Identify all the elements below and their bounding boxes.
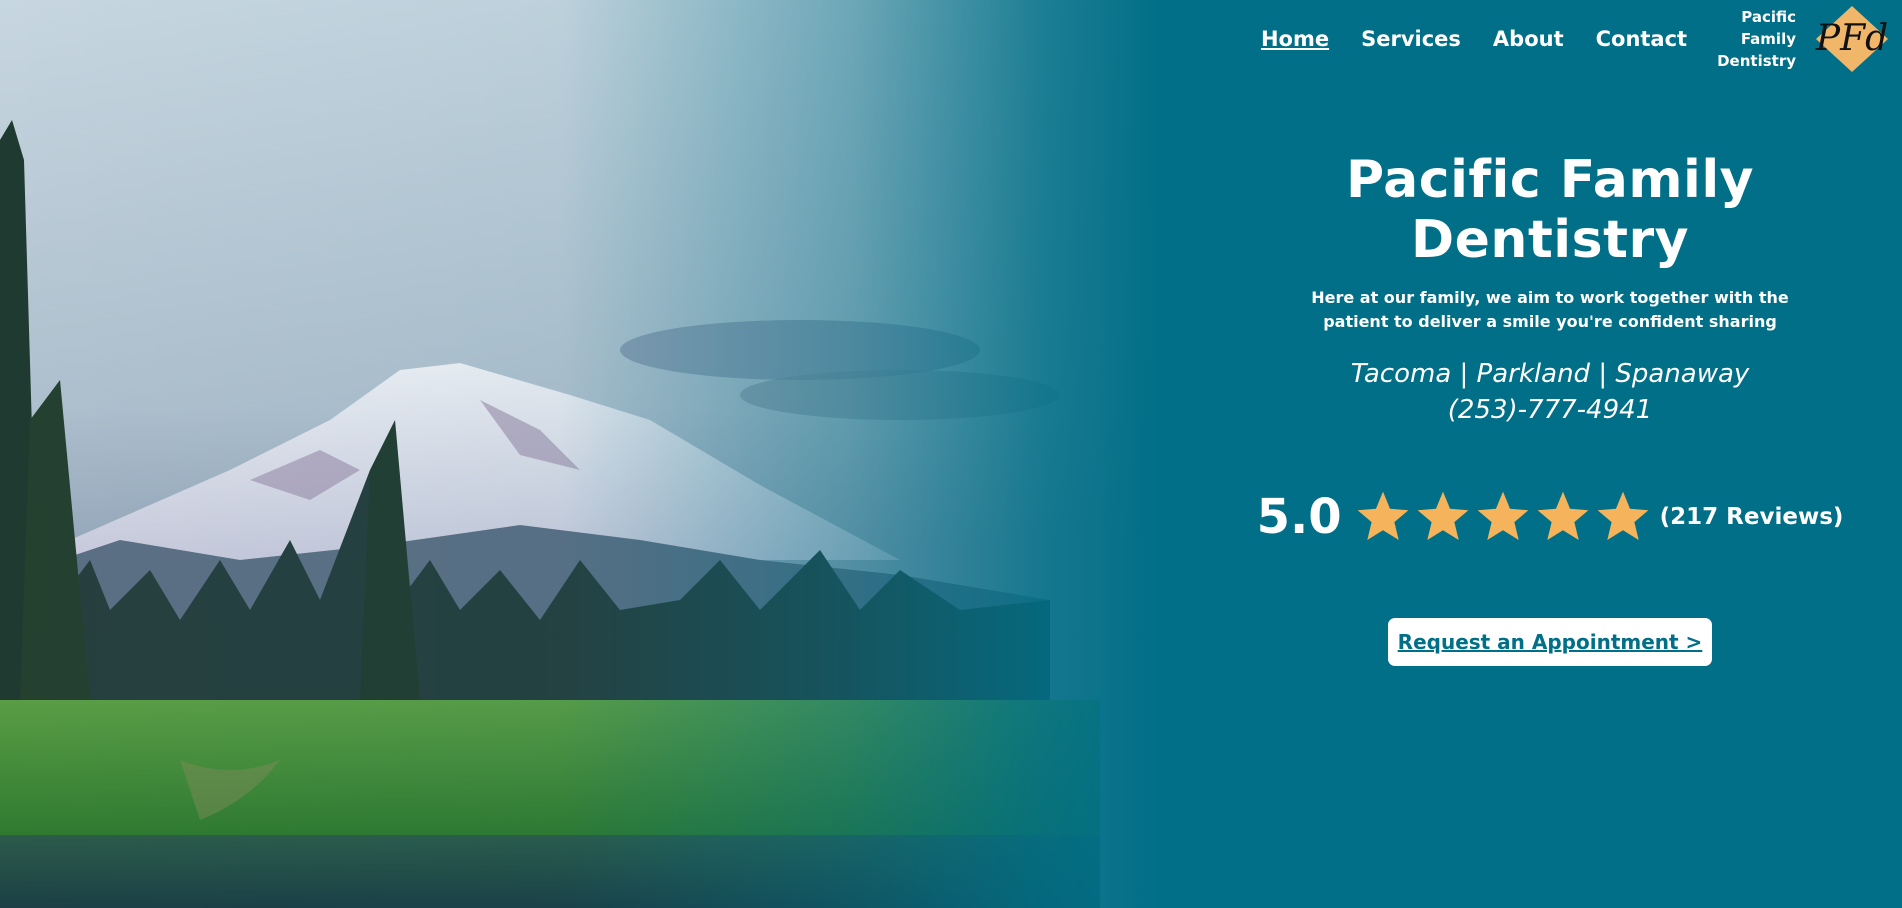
- brand-name: Pacific Family Dentistry: [1717, 6, 1796, 72]
- pfd-logo: PFd: [1815, 6, 1888, 72]
- rating-stars: [1354, 488, 1652, 546]
- brand-line-1: Pacific: [1741, 8, 1796, 26]
- brand-line-3: Dentistry: [1717, 52, 1796, 70]
- contact-info: Tacoma | Parkland | Spanaway (253)-777-4…: [1240, 356, 1860, 428]
- review-count[interactable]: (217 Reviews): [1660, 504, 1844, 530]
- request-appointment-button[interactable]: Request an Appointment >: [1387, 618, 1713, 666]
- logo-text: PFd: [1815, 18, 1888, 59]
- rating-score: 5.0: [1256, 489, 1342, 545]
- rating: 5.0 (217 Reviews): [1240, 488, 1860, 546]
- phone-number[interactable]: (253)-777-4941: [1240, 392, 1860, 428]
- brand-line-2: Family: [1740, 30, 1796, 48]
- nav-link-home[interactable]: Home: [1261, 27, 1329, 51]
- star-icon: [1537, 491, 1588, 540]
- tagline: Here at our family, we aim to work toget…: [1311, 288, 1789, 331]
- page-title: Pacific Family Dentistry: [1345, 150, 1755, 270]
- star-icon: [1357, 491, 1408, 540]
- brand[interactable]: Pacific Family Dentistry PFd: [1717, 4, 1894, 74]
- main-nav: Home Services About Contact Pacific Fami…: [1261, 0, 1902, 78]
- nav-link-about[interactable]: About: [1493, 27, 1564, 51]
- page: Home Services About Contact Pacific Fami…: [0, 0, 1902, 908]
- locations-text: Tacoma | Parkland | Spanaway: [1350, 359, 1750, 389]
- star-icon: [1417, 491, 1468, 540]
- nav-link-contact[interactable]: Contact: [1596, 27, 1688, 51]
- star-icon: [1597, 491, 1648, 540]
- hero: Pacific Family Dentistry Here at our fam…: [1240, 150, 1860, 666]
- star-icon: [1477, 491, 1528, 540]
- nav-link-services[interactable]: Services: [1361, 27, 1461, 51]
